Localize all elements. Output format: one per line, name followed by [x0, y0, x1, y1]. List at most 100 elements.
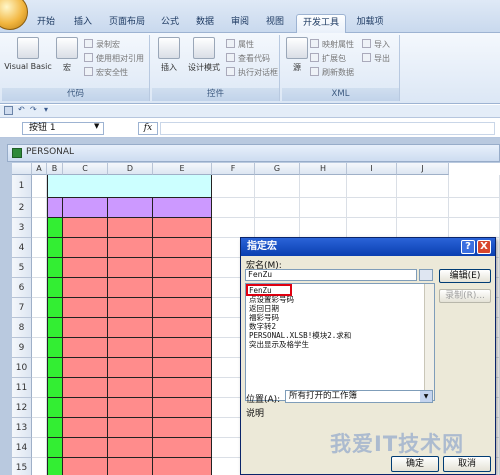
row-header-2[interactable]: 2 [12, 198, 32, 218]
table-cell[interactable] [63, 298, 108, 318]
table-cell[interactable] [47, 218, 63, 238]
column-heading[interactable] [108, 198, 153, 218]
undo-icon[interactable]: ↶ [18, 105, 25, 114]
table-cell[interactable] [108, 418, 153, 438]
sheet-title[interactable] [47, 175, 212, 198]
table-cell[interactable] [63, 378, 108, 398]
empty-cell[interactable] [347, 198, 397, 218]
table-cell[interactable] [108, 378, 153, 398]
macro-list-scrollbar[interactable] [424, 284, 434, 400]
row-header-5[interactable]: 5 [12, 258, 32, 278]
table-cell[interactable] [153, 218, 212, 238]
macro-list[interactable]: FenZu 点设置彩号码 返回日期 福彩号码 数字转2 PERSONAL.XLS… [245, 283, 435, 401]
xml-import-button[interactable]: 导入 [362, 39, 390, 51]
column-header-f[interactable]: F [212, 163, 255, 175]
row-header-3[interactable]: 3 [12, 218, 32, 238]
empty-cell[interactable] [32, 418, 47, 438]
column-header-e[interactable]: E [153, 163, 212, 175]
table-cell[interactable] [47, 418, 63, 438]
row-header-4[interactable]: 4 [12, 238, 32, 258]
empty-cell[interactable] [32, 338, 47, 358]
macro-item[interactable]: 返回日期 [249, 304, 279, 313]
table-cell[interactable] [63, 238, 108, 258]
tab-data[interactable]: 数据 [190, 14, 220, 33]
empty-cell[interactable] [32, 218, 47, 238]
empty-cell[interactable] [212, 175, 255, 198]
table-cell[interactable] [153, 378, 212, 398]
empty-cell[interactable] [255, 175, 300, 198]
table-cell[interactable] [63, 358, 108, 378]
table-cell[interactable] [47, 238, 63, 258]
ok-button[interactable]: 确定 [391, 456, 439, 472]
empty-cell[interactable] [397, 198, 449, 218]
column-header-d[interactable]: D [108, 163, 153, 175]
table-cell[interactable] [63, 458, 108, 475]
empty-cell[interactable] [255, 198, 300, 218]
row-header-12[interactable]: 12 [12, 398, 32, 418]
run-dialog-button[interactable]: 执行对话框 [226, 67, 278, 79]
table-cell[interactable] [108, 238, 153, 258]
column-heading[interactable] [63, 198, 108, 218]
table-cell[interactable] [153, 318, 212, 338]
table-cell[interactable] [153, 358, 212, 378]
table-cell[interactable] [47, 398, 63, 418]
design-mode-button[interactable]: 设计模式 [184, 37, 224, 73]
column-header-g[interactable]: G [255, 163, 300, 175]
empty-cell[interactable] [449, 218, 500, 238]
table-cell[interactable] [63, 338, 108, 358]
column-header-a[interactable]: A [32, 163, 47, 175]
save-icon[interactable] [4, 106, 13, 115]
visual-basic-button[interactable]: Visual Basic [4, 37, 52, 71]
table-cell[interactable] [108, 398, 153, 418]
empty-cell[interactable] [347, 218, 397, 238]
empty-cell[interactable] [32, 378, 47, 398]
use-relative-references-button[interactable]: 使用相对引用 [84, 53, 144, 65]
table-cell[interactable] [153, 298, 212, 318]
macro-item[interactable]: 福彩号码 [249, 313, 279, 322]
expansion-packs-button[interactable]: 扩展包 [310, 53, 346, 65]
tab-addins[interactable]: 加载项 [350, 14, 390, 33]
chevron-down-icon[interactable]: ▼ [94, 122, 99, 130]
row-header-11[interactable]: 11 [12, 378, 32, 398]
empty-cell[interactable] [32, 298, 47, 318]
close-button[interactable]: X [477, 240, 491, 254]
table-cell[interactable] [63, 398, 108, 418]
table-cell[interactable] [153, 338, 212, 358]
cancel-button[interactable]: 取消 [443, 456, 491, 472]
row-header-6[interactable]: 6 [12, 278, 32, 298]
column-header-b[interactable]: B [47, 163, 63, 175]
table-cell[interactable] [108, 458, 153, 475]
row-header-8[interactable]: 8 [12, 318, 32, 338]
empty-cell[interactable] [300, 198, 347, 218]
table-cell[interactable] [47, 298, 63, 318]
table-cell[interactable] [63, 258, 108, 278]
record-button[interactable]: 录制(R)... [439, 289, 491, 303]
table-cell[interactable] [63, 438, 108, 458]
select-all-corner[interactable] [12, 163, 32, 175]
row-header-10[interactable]: 10 [12, 358, 32, 378]
edit-button[interactable]: 编辑(E) [439, 269, 491, 283]
macro-item[interactable]: 点设置彩号码 [249, 295, 294, 304]
table-cell[interactable] [63, 218, 108, 238]
table-cell[interactable] [63, 418, 108, 438]
formula-input[interactable] [160, 122, 495, 135]
empty-cell[interactable] [300, 175, 347, 198]
empty-cell[interactable] [212, 198, 255, 218]
empty-cell[interactable] [347, 175, 397, 198]
name-box[interactable]: 按钮 1 [22, 122, 104, 135]
macro-item[interactable]: PERSONAL.XLSB!模块2.求和 [249, 331, 351, 340]
table-cell[interactable] [153, 418, 212, 438]
location-select[interactable]: 所有打开的工作簿 ▼ [285, 390, 433, 403]
column-header-j[interactable]: J [397, 163, 449, 175]
table-cell[interactable] [108, 218, 153, 238]
table-cell[interactable] [47, 358, 63, 378]
empty-cell[interactable] [255, 218, 300, 238]
empty-cell[interactable] [212, 218, 255, 238]
tab-formulas[interactable]: 公式 [155, 14, 185, 33]
empty-cell[interactable] [32, 175, 47, 198]
table-cell[interactable] [108, 258, 153, 278]
table-cell[interactable] [153, 438, 212, 458]
table-cell[interactable] [108, 298, 153, 318]
properties-button[interactable]: 属性 [226, 39, 254, 51]
redo-icon[interactable]: ↷ [30, 105, 37, 114]
